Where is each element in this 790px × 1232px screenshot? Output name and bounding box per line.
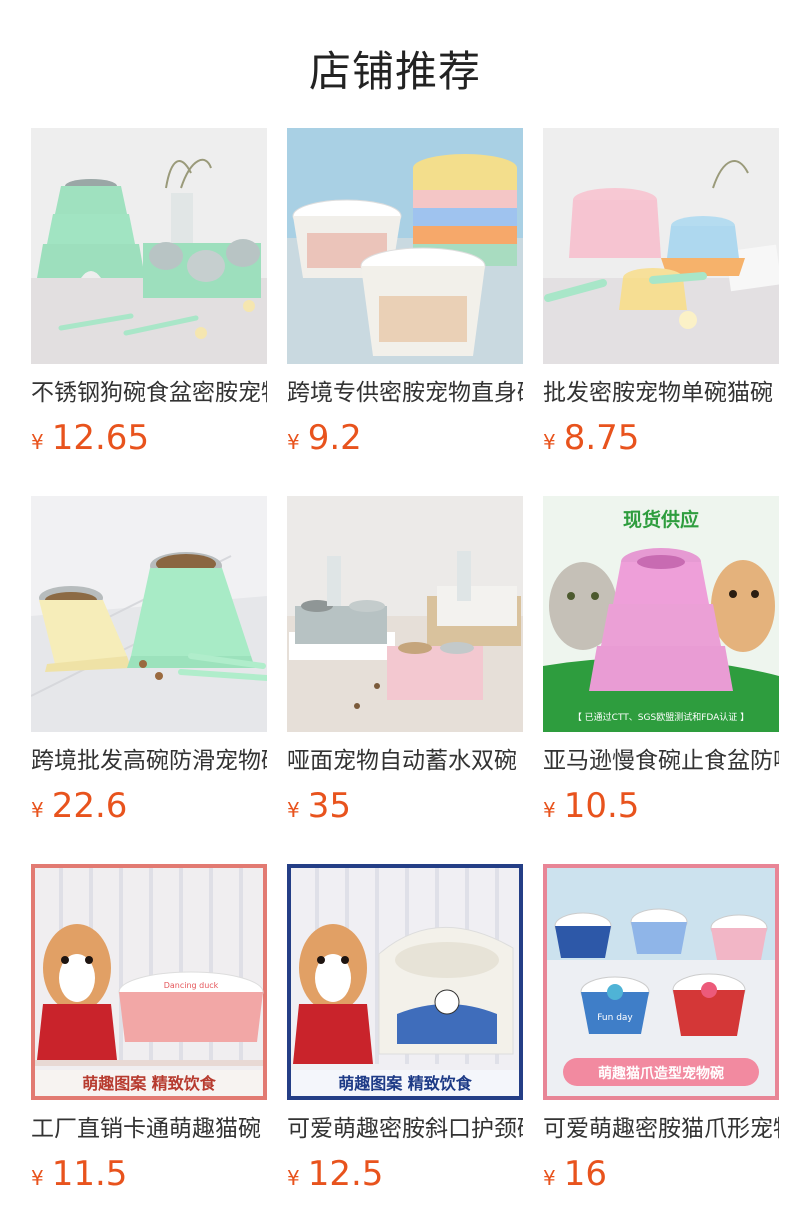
product-name[interactable]: 可爱萌趣密胺猫爪形宠物碗	[543, 1114, 779, 1144]
price-value: 8.75	[563, 418, 640, 458]
currency-symbol: ¥	[287, 430, 300, 454]
product-image[interactable]	[31, 128, 267, 364]
product-image[interactable]: 萌趣图案 精致饮食	[287, 864, 523, 1100]
product-image[interactable]	[543, 128, 779, 364]
product-name[interactable]: 跨境批发高碗防滑宠物碗	[31, 746, 267, 776]
bowl-print: Fun day	[597, 1013, 633, 1023]
price-value: 9.2	[307, 418, 362, 458]
price-value: 11.5	[51, 1154, 128, 1194]
product-card[interactable]: 哑面宠物自动蓄水双碗 ¥35	[287, 496, 523, 826]
product-price: ¥12.65	[31, 418, 149, 464]
currency-symbol: ¥	[31, 430, 44, 454]
product-price: ¥16	[543, 1154, 607, 1200]
product-card[interactable]: 萌趣图案 精致饮食 可爱萌趣密胺斜口护颈碗 ¥12.5	[287, 864, 523, 1194]
product-price: ¥9.2	[287, 418, 362, 464]
product-name[interactable]: 亚马逊慢食碗止食盆防噎	[543, 746, 779, 776]
product-name[interactable]: 工厂直销卡通萌趣猫碗	[31, 1114, 267, 1144]
product-card[interactable]: Fun day 萌趣猫爪造型宠物碗 可爱萌趣密胺猫爪形宠物碗 ¥16	[543, 864, 779, 1194]
product-price: ¥35	[287, 786, 351, 832]
product-card[interactable]: 跨境专供密胺宠物直身碗 ¥9.2	[287, 128, 523, 458]
price-value: 16	[563, 1154, 607, 1194]
product-name[interactable]: 批发密胺宠物单碗猫碗	[543, 378, 779, 408]
price-value: 22.6	[51, 786, 128, 826]
banner-text: 萌趣图案 精致饮食	[82, 1074, 217, 1093]
product-card[interactable]: 批发密胺宠物单碗猫碗 ¥8.75	[543, 128, 779, 458]
product-price: ¥12.5	[287, 1154, 383, 1200]
currency-symbol: ¥	[543, 430, 556, 454]
product-price: ¥10.5	[543, 786, 639, 832]
product-image[interactable]: Dancing duck 萌趣图案 精致饮食	[31, 864, 267, 1100]
product-card[interactable]: 跨境批发高碗防滑宠物碗 ¥22.6	[31, 496, 267, 826]
product-image[interactable]	[287, 128, 523, 364]
product-price: ¥22.6	[31, 786, 127, 832]
banner-text: 萌趣猫爪造型宠物碗	[598, 1065, 724, 1082]
product-price: ¥8.75	[543, 418, 639, 464]
banner-title: 现货供应	[623, 508, 699, 531]
currency-symbol: ¥	[287, 1166, 300, 1190]
currency-symbol: ¥	[31, 1166, 44, 1190]
product-name[interactable]: 不锈钢狗碗食盆密胺宠物碗	[31, 378, 267, 408]
banner-text: 萌趣图案 精致饮食	[338, 1074, 473, 1093]
product-name[interactable]: 可爱萌趣密胺斜口护颈碗	[287, 1114, 523, 1144]
page-title: 店铺推荐	[308, 47, 481, 96]
currency-symbol: ¥	[543, 798, 556, 822]
product-image[interactable]: 现货供应 【 已通过CTT、SGS欧盟测试和FDA认证 】	[543, 496, 779, 732]
price-value: 35	[307, 786, 351, 826]
product-name[interactable]: 跨境专供密胺宠物直身碗	[287, 378, 523, 408]
product-image[interactable]	[287, 496, 523, 732]
product-card[interactable]: 现货供应 【 已通过CTT、SGS欧盟测试和FDA认证 】 亚马逊慢食碗止食盆防…	[543, 496, 779, 826]
price-value: 10.5	[563, 786, 640, 826]
product-card[interactable]: 不锈钢狗碗食盆密胺宠物碗 ¥12.65	[31, 128, 267, 458]
bowl-print: Dancing duck	[164, 981, 219, 990]
product-image[interactable]	[31, 496, 267, 732]
price-value: 12.5	[307, 1154, 384, 1194]
product-name[interactable]: 哑面宠物自动蓄水双碗	[287, 746, 523, 776]
banner-caption: 【 已通过CTT、SGS欧盟测试和FDA认证 】	[573, 711, 749, 723]
currency-symbol: ¥	[543, 1166, 556, 1190]
product-image[interactable]: Fun day 萌趣猫爪造型宠物碗	[543, 864, 779, 1100]
price-value: 12.65	[51, 418, 150, 458]
product-card[interactable]: Dancing duck 萌趣图案 精致饮食 工厂直销卡通萌趣猫碗 ¥11.5	[31, 864, 267, 1194]
product-price: ¥11.5	[31, 1154, 127, 1200]
currency-symbol: ¥	[287, 798, 300, 822]
currency-symbol: ¥	[31, 798, 44, 822]
product-grid: 不锈钢狗碗食盆密胺宠物碗 ¥12.65	[31, 128, 790, 1208]
